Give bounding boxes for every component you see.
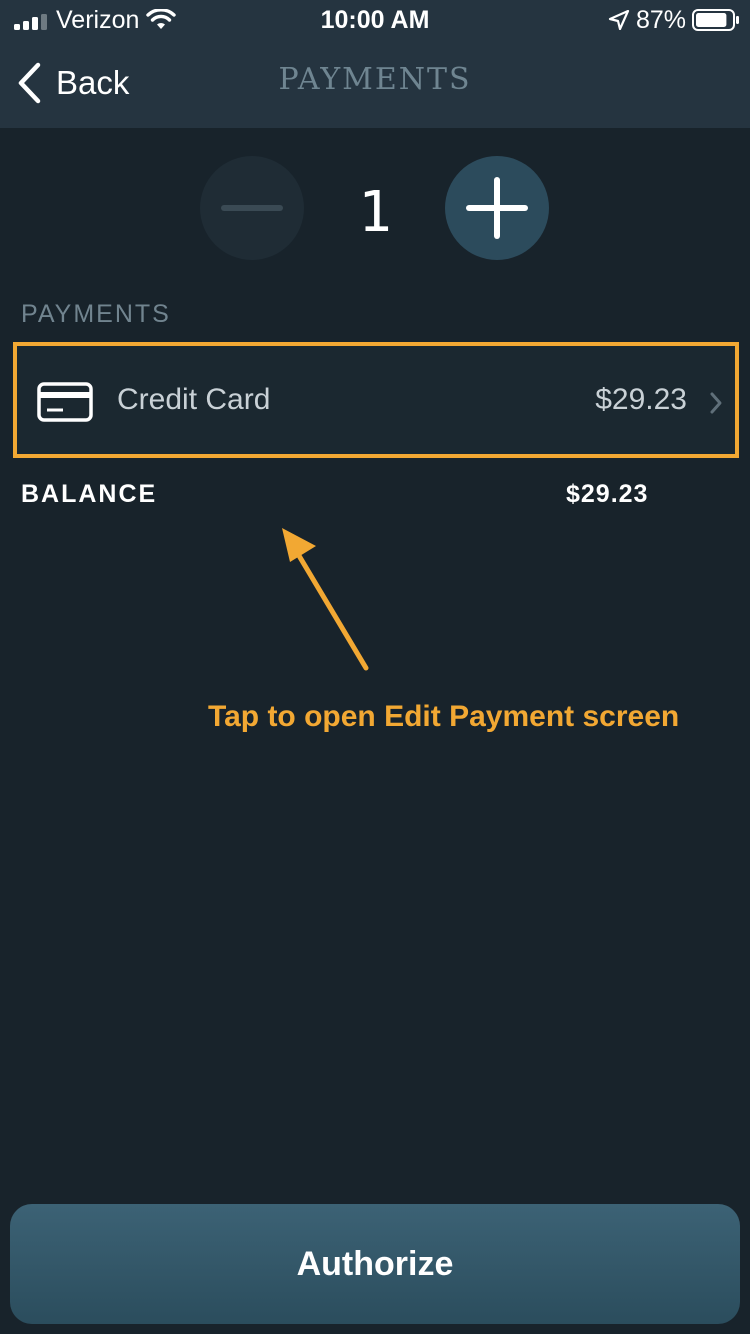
payment-count-stepper: 1 <box>0 156 750 260</box>
battery-percentage: 87% <box>636 6 687 34</box>
balance-label: BALANCE <box>21 480 158 508</box>
status-bar: Verizon 10:00 AM 87% <box>0 0 750 40</box>
chevron-right-icon <box>710 392 722 414</box>
plus-icon <box>466 177 528 239</box>
battery-icon <box>692 9 739 31</box>
payment-count-value: 1 <box>358 180 392 245</box>
payment-row-credit-card[interactable]: Credit Card $29.23 <box>13 342 739 458</box>
annotation-arrow-icon <box>282 528 369 671</box>
top-bar: Verizon 10:00 AM 87% Back PAYMENTS <box>0 0 750 128</box>
increment-button[interactable] <box>445 156 549 260</box>
navigation-bar: Back PAYMENTS <box>0 40 750 128</box>
authorize-button[interactable]: Authorize <box>10 1204 740 1324</box>
page-title: PAYMENTS <box>278 62 472 97</box>
payments-section-label: PAYMENTS <box>21 300 171 328</box>
annotation-text: Tap to open Edit Payment screen <box>208 700 680 733</box>
payment-amount: $29.23 <box>595 383 687 416</box>
location-arrow-icon <box>608 10 630 30</box>
decrement-button[interactable] <box>200 156 304 260</box>
credit-card-icon <box>37 382 93 422</box>
payments-screen: Verizon 10:00 AM 87% Back PAYMENTS 1 PAY… <box>0 0 750 1334</box>
payment-method-label: Credit Card <box>117 383 271 416</box>
balance-value: $29.23 <box>566 480 649 508</box>
minus-icon <box>221 205 283 211</box>
